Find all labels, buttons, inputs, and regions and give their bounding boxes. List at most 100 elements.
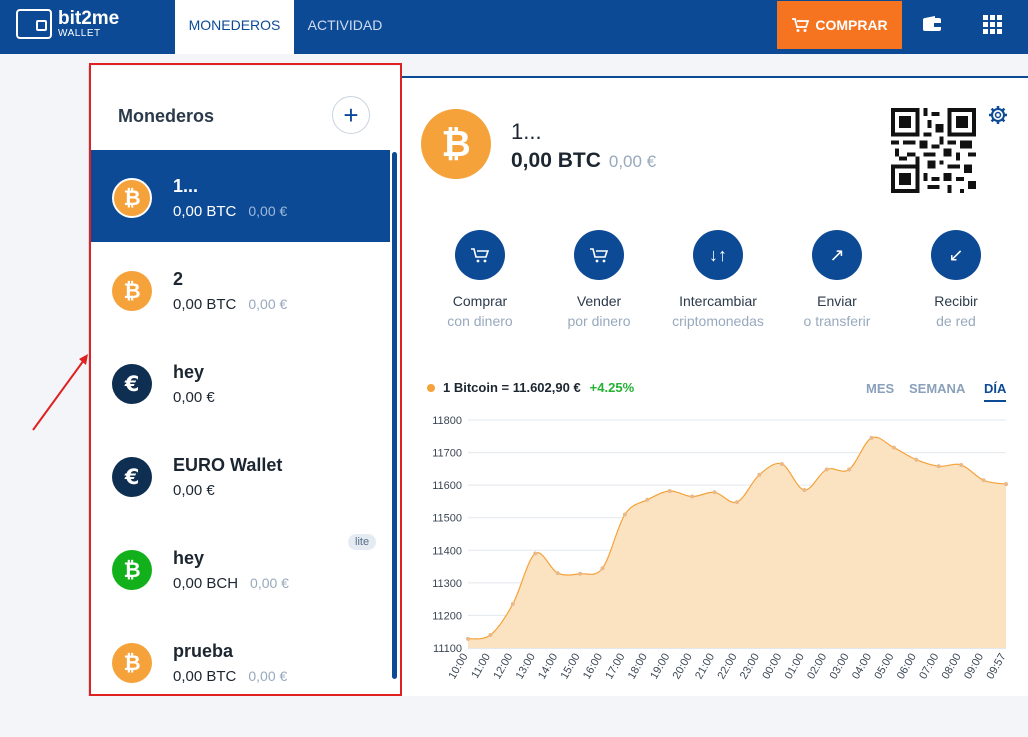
data-point <box>578 571 583 576</box>
y-tick-label: 11500 <box>432 513 462 525</box>
data-point <box>891 445 896 450</box>
x-tick-label: 03:00 <box>828 652 852 682</box>
x-tick-label: 19:00 <box>648 652 672 682</box>
cart-icon <box>792 18 810 32</box>
series-dot <box>427 383 435 392</box>
data-point <box>802 488 807 493</box>
x-tick-label: 11:00 <box>469 652 493 681</box>
bit2me-logo[interactable]: bit2me WALLET <box>16 9 119 39</box>
x-tick-label: 14:00 <box>536 652 560 682</box>
cart-sell-icon <box>574 230 624 280</box>
action-sub: o transferir <box>803 313 871 329</box>
tab-monederos[interactable]: MONEDEROS <box>175 0 294 54</box>
action-comprar[interactable]: Comprar con dinero <box>415 230 545 329</box>
data-point <box>488 632 493 637</box>
swap-icon: ↓↑ <box>693 230 743 280</box>
settings-gear-icon[interactable] <box>988 105 1008 125</box>
x-tick-label: 06:00 <box>895 652 919 682</box>
x-tick-label: 12:00 <box>491 652 515 682</box>
wallet-icon[interactable] <box>922 15 942 33</box>
data-point <box>981 478 986 483</box>
y-tick-label: 11800 <box>432 415 462 427</box>
x-tick-label: 17:00 <box>603 652 627 682</box>
x-tick-label: 01:00 <box>783 652 807 682</box>
data-point <box>847 467 852 472</box>
x-tick-label: 09:00 <box>962 652 986 682</box>
data-point <box>690 494 695 499</box>
y-tick-label: 11200 <box>432 610 462 622</box>
qr-code-icon[interactable] <box>891 108 976 193</box>
top-bar: bit2me WALLET MONEDEROS ACTIVIDAD COMPRA… <box>0 0 1028 54</box>
data-point <box>600 566 605 571</box>
brand-sub: WALLET <box>58 28 101 39</box>
data-point <box>757 472 762 477</box>
x-tick-label: 15:00 <box>559 652 583 682</box>
x-tick-label: 10:00 <box>446 652 470 682</box>
action-sub: de red <box>936 313 976 329</box>
data-point <box>914 457 919 462</box>
wallet-logo-icon <box>16 9 52 39</box>
x-tick-label: 05:00 <box>872 652 896 682</box>
x-tick-label: 02:00 <box>805 652 829 682</box>
wallet-title: 1... <box>511 119 542 144</box>
action-vender[interactable]: Vender por dinero <box>534 230 664 329</box>
x-tick-label: 20:00 <box>671 652 695 682</box>
bitcoin-icon: ₿ <box>421 109 491 179</box>
y-tick-label: 11700 <box>432 448 462 460</box>
action-label: Recibir <box>934 293 978 309</box>
receive-arrow-icon: ↙ <box>931 230 981 280</box>
wallet-balance: 0,00 BTC <box>511 149 601 172</box>
y-tick-label: 11400 <box>432 545 462 557</box>
x-tick-label: 04:00 <box>850 652 874 682</box>
send-arrow-icon: ↗ <box>812 230 862 280</box>
data-point <box>533 551 538 556</box>
wallet-balance-eur: 0,00 € <box>608 152 657 171</box>
tab-actividad[interactable]: ACTIVIDAD <box>296 0 394 54</box>
price-chart: 11100 11200 11300 11400 11500 11600 11700 11800… <box>432 415 1008 682</box>
comprar-label: COMPRAR <box>815 17 888 33</box>
action-label: Vender <box>576 293 622 309</box>
action-recibir[interactable]: ↙ Recibir de red <box>891 230 1021 329</box>
range-tab-mes[interactable]: MES <box>866 381 894 396</box>
x-tick-label: 08:00 <box>940 652 964 682</box>
price-change: +4.25% <box>589 380 635 395</box>
action-intercambiar[interactable]: ↓↑ Intercambiar criptomonedas <box>653 230 783 329</box>
data-point <box>555 571 560 576</box>
data-point <box>735 500 739 505</box>
price-info: 1 Bitcoin = 11.602,90 € +4.25% <box>427 380 634 395</box>
x-tick-label: 21:00 <box>693 652 717 682</box>
data-point <box>936 464 941 469</box>
x-tick-label: 13:00 <box>514 652 538 682</box>
x-tick-label: 07:00 <box>917 652 941 682</box>
highlight-box <box>89 63 402 696</box>
data-point <box>466 636 470 641</box>
apps-grid-icon[interactable] <box>983 15 1002 34</box>
y-tick-label: 11600 <box>432 480 462 492</box>
y-tick-label: 11100 <box>433 643 462 655</box>
y-tick-label: 11300 <box>432 578 462 590</box>
action-sub: con dinero <box>447 313 513 329</box>
data-point <box>645 497 650 502</box>
action-sub: criptomonedas <box>672 313 764 329</box>
action-label: Comprar <box>452 293 508 309</box>
x-tick-label: 16:00 <box>581 652 605 682</box>
x-tick-label: 18:00 <box>626 652 650 682</box>
cart-buy-icon <box>455 230 505 280</box>
price-label: 1 Bitcoin = 11.602,90 € <box>443 380 581 395</box>
action-sub: por dinero <box>567 313 631 329</box>
action-enviar[interactable]: ↗ Enviar o transferir <box>772 230 902 329</box>
data-point <box>622 512 627 517</box>
data-point <box>510 602 515 607</box>
action-label: Intercambiar <box>679 293 757 309</box>
data-point <box>779 461 784 466</box>
range-tab-dia[interactable]: DÍA <box>984 381 1007 402</box>
comprar-button[interactable]: COMPRAR <box>777 1 902 49</box>
action-label: Enviar <box>817 293 857 309</box>
area-fill <box>468 437 1006 648</box>
data-point <box>869 435 874 440</box>
data-point <box>667 489 672 494</box>
data-point <box>1004 482 1008 487</box>
brand-name: bit2me <box>58 8 120 29</box>
x-tick-label: 09:57 <box>984 652 1008 682</box>
range-tab-semana[interactable]: SEMANA <box>909 381 965 396</box>
